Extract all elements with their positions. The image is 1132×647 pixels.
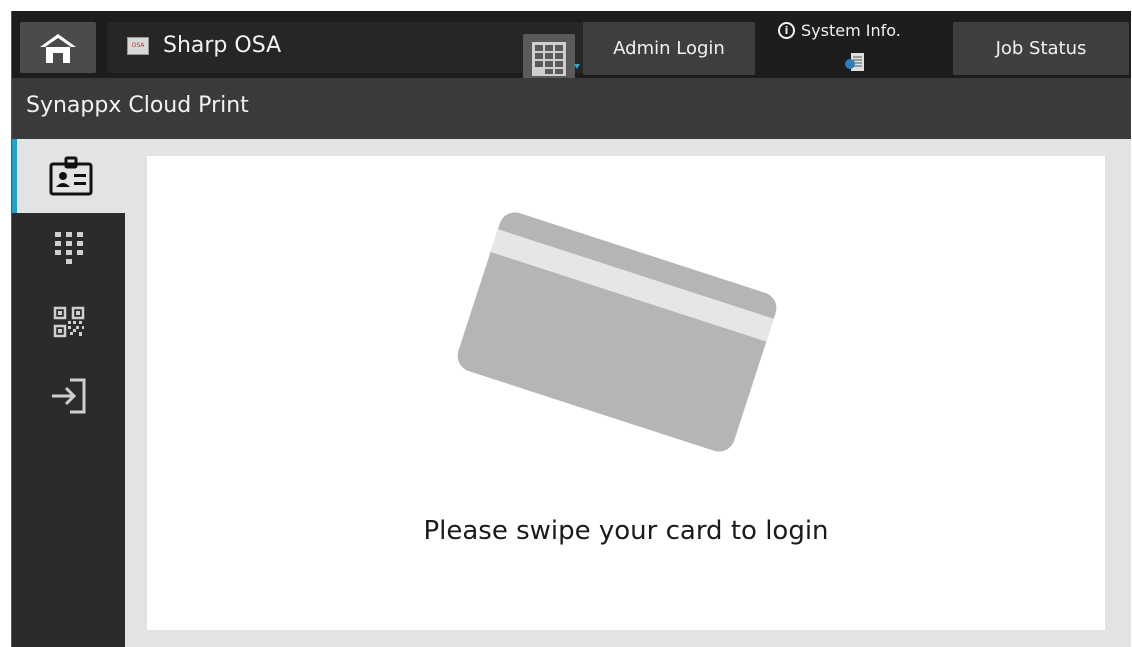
id-card-icon xyxy=(49,156,93,196)
login-arrow-icon xyxy=(51,378,85,414)
keypad-icon xyxy=(54,232,83,264)
login-prompt: Please swipe your card to login xyxy=(423,516,829,546)
home-icon xyxy=(40,33,76,63)
keypad-icon xyxy=(532,41,566,76)
sharp-osa-icon: OSA xyxy=(127,37,149,55)
system-info-label: System Info. xyxy=(801,21,901,40)
system-info-button[interactable]: i System Info. xyxy=(764,15,944,75)
magnetic-stripe xyxy=(490,229,774,342)
title-bar: Synappx Cloud Print xyxy=(12,78,1131,139)
nav-pin-login[interactable] xyxy=(12,217,125,279)
numeric-keypad-button[interactable] xyxy=(523,34,575,83)
nav-manual-login[interactable] xyxy=(12,365,125,427)
card-login-panel: Please swipe your card to login xyxy=(147,156,1105,630)
page-title: Synappx Cloud Print xyxy=(26,93,249,118)
login-method-nav xyxy=(12,139,125,647)
job-status-button[interactable]: Job Status xyxy=(953,22,1129,75)
toner-status-icon xyxy=(845,53,864,71)
qr-code-icon xyxy=(53,306,84,338)
home-button[interactable] xyxy=(20,22,96,73)
swipe-card-illustration xyxy=(453,208,781,456)
info-icon: i xyxy=(778,22,795,39)
app-name: Sharp OSA xyxy=(163,33,282,58)
dropdown-caret-icon xyxy=(574,64,580,69)
nav-card-login[interactable] xyxy=(12,139,125,213)
top-bar: OSA Sharp OSA Admin Login i System Info.… xyxy=(12,11,1131,83)
nav-qr-login[interactable] xyxy=(12,291,125,353)
app-selector[interactable]: OSA Sharp OSA xyxy=(107,22,590,83)
device-screen: OSA Sharp OSA Admin Login i System Info.… xyxy=(11,11,1131,647)
admin-login-button[interactable]: Admin Login xyxy=(583,22,755,75)
